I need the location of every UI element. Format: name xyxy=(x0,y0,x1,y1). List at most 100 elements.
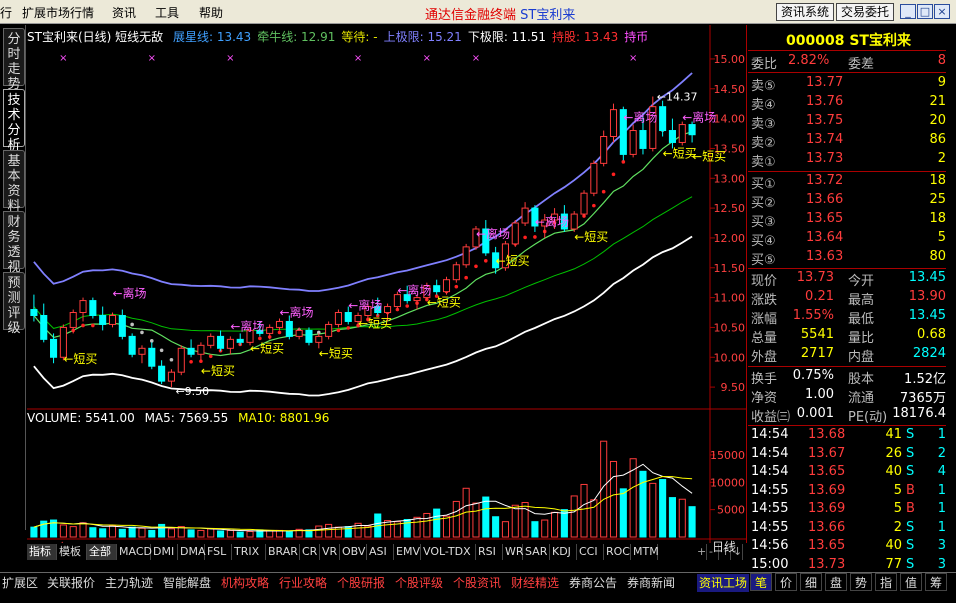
right-tab[interactable]: 盘 xyxy=(825,573,847,591)
indicator-tab-trix[interactable]: TRIX xyxy=(232,544,266,560)
divider xyxy=(748,171,946,172)
right-tab[interactable]: 价 xyxy=(775,573,797,591)
bottom-tab[interactable]: 扩展区 xyxy=(0,574,40,592)
info-value: 0.75% xyxy=(792,368,834,383)
right-tab[interactable]: 筹 xyxy=(925,573,947,591)
info-label: 净资 xyxy=(751,391,778,406)
bottom-tab[interactable]: 券商新闻 xyxy=(625,574,677,592)
trend-dot xyxy=(592,203,596,208)
minimize-icon[interactable]: _ xyxy=(900,4,916,19)
indicator-tab-rsi[interactable]: RSI xyxy=(476,544,503,560)
indicator-tab-kdj[interactable]: KDJ xyxy=(550,544,577,560)
menu-item-market[interactable]: 扩展市场行情 xyxy=(22,4,94,21)
indicator-tab-全部[interactable]: 全部 xyxy=(87,544,117,560)
indicator-tab-dma[interactable]: DMA xyxy=(178,544,206,560)
tick-volume: 26 xyxy=(885,445,902,461)
tab-financial[interactable]: 财务透视 xyxy=(3,211,25,275)
stat-row: 涨幅 1.55% 最低 13.45 xyxy=(748,308,946,327)
bottom-tab[interactable]: 行业攻略 xyxy=(277,574,329,592)
right-tab[interactable]: 笔 xyxy=(750,573,772,591)
indicator-tab-emv[interactable]: EMV xyxy=(394,544,421,560)
candle-body xyxy=(275,320,284,328)
signal-marker: × xyxy=(59,53,67,64)
right-tab[interactable]: 指 xyxy=(875,573,897,591)
candle-body xyxy=(462,246,470,266)
kline-chart[interactable]: 15.0014.5014.0013.5013.0012.5012.0011.50… xyxy=(27,25,747,543)
bottom-tab[interactable]: 关联报价 xyxy=(45,574,97,592)
indicator-tab-wr[interactable]: WR xyxy=(503,544,524,560)
indicator-bar: 指标 模板 全部 MACD DMI DMA FSL TRIX BRAR CR VR OBV ASI EMV… xyxy=(27,543,747,563)
indicator-tab-obv[interactable]: OBV xyxy=(340,544,367,560)
tick-side: S xyxy=(906,519,915,535)
right-tab[interactable]: 势 xyxy=(850,573,872,591)
bid-volume: 80 xyxy=(929,249,946,264)
tab-rating[interactable]: 预测评级 xyxy=(3,272,25,336)
tab-fundamental[interactable]: 基本资料 xyxy=(3,150,25,214)
indicator-tab-macd[interactable]: MACD xyxy=(117,544,152,560)
kline-chart-area[interactable]: 15.00 14.50 14.00 13.50 13.00 12.50 12.00 11.50… xyxy=(27,25,747,543)
bottom-tab[interactable]: 财经精选 xyxy=(509,574,561,592)
tab-technical[interactable]: 技术分析 xyxy=(3,89,25,153)
menu-item-news[interactable]: 资讯 xyxy=(112,4,136,21)
candle-body xyxy=(69,312,77,328)
tick-price: 13.65 xyxy=(808,464,846,479)
tick-price: 13.65 xyxy=(808,538,846,553)
tab-intraday[interactable]: 分时走势 xyxy=(3,28,25,92)
indicator-tab-dmi[interactable]: DMI xyxy=(151,544,178,560)
maximize-icon[interactable]: □ xyxy=(917,4,933,19)
indicator-tab-asi[interactable]: ASI xyxy=(367,544,394,560)
legend-item: 下极限: 11.51 xyxy=(467,30,547,44)
indicator-tab-mtm[interactable]: MTM xyxy=(631,544,659,560)
volume-axis-label: 15000 xyxy=(710,449,745,462)
indicator-tab-cr[interactable]: CR xyxy=(300,544,320,560)
candle-body xyxy=(629,130,637,155)
indicator-legend: 展星线: 13.43 牵牛线: 12.91 等待: - 上极限: 15.21 下极限: … xyxy=(173,30,654,44)
indicator-tab-brar[interactable]: BRAR xyxy=(266,544,300,560)
news-system-button[interactable]: 资讯系统 xyxy=(776,3,835,21)
right-tab[interactable]: 细 xyxy=(800,573,822,591)
bottom-tab[interactable]: 个股研报 xyxy=(335,574,387,592)
tick-count: 1 xyxy=(937,482,946,498)
bottom-tab[interactable]: 个股评级 xyxy=(393,574,445,592)
bottom-tab[interactable]: 券商公告 xyxy=(567,574,619,592)
indicator-tab-cci[interactable]: CCI xyxy=(577,544,604,560)
indicator-tab-vr[interactable]: VR xyxy=(320,544,340,560)
stat-row: 涨跌 0.21 最高 13.90 xyxy=(748,289,946,308)
ask-price: 13.76 xyxy=(806,94,844,109)
bid-label: 买④ xyxy=(751,234,776,249)
info-label: 股本 xyxy=(848,372,875,387)
indicator-tab-sar[interactable]: SAR xyxy=(523,544,550,560)
chart-scroll-button[interactable]: + xyxy=(695,544,707,560)
signal-marker: × xyxy=(629,53,637,64)
exit-signal: ←离场 xyxy=(113,286,147,301)
bid-volume: 18 xyxy=(929,173,946,188)
bottom-tab[interactable]: 主力轨迹 xyxy=(103,574,155,592)
chart-header: ST宝利来(日线) 短线无敌 展星线: 13.43 牵牛线: 12.91 等待: -… xyxy=(27,28,727,44)
indicator-tab-模板[interactable]: 模板 xyxy=(57,544,87,560)
candle-body xyxy=(158,365,166,382)
menu-item-tools[interactable]: 工具 xyxy=(155,4,179,21)
bid-price: 13.66 xyxy=(806,192,844,207)
bottom-tab[interactable]: 资讯工场 xyxy=(697,574,750,592)
indicator-tab-roc[interactable]: ROC xyxy=(604,544,631,560)
stat-value: 5541 xyxy=(800,327,834,342)
trade-button[interactable]: 交易委托 xyxy=(836,3,895,21)
menu-item-help[interactable]: 帮助 xyxy=(199,4,223,21)
menu-cut-item[interactable]: 行 xyxy=(0,4,12,21)
right-tab[interactable]: 值 xyxy=(900,573,922,591)
indicator-tab-vol-tdx[interactable]: VOL-TDX xyxy=(421,544,476,560)
indicator-tab-指标[interactable]: 指标 xyxy=(27,544,57,560)
stat-value: 2717 xyxy=(800,346,834,361)
tick-row: 14:55 13.69 5 B 1 xyxy=(748,483,946,501)
candle-body xyxy=(315,335,323,343)
period-selector[interactable]: 日线 xyxy=(712,538,748,556)
candle-body xyxy=(217,335,225,349)
candle-body xyxy=(600,136,608,164)
close-icon[interactable]: × xyxy=(934,4,950,19)
bottom-tab[interactable]: 个股资讯 xyxy=(451,574,503,592)
bottom-tab[interactable]: 机构攻略 xyxy=(219,574,271,592)
bottom-tab[interactable]: 智能解盘 xyxy=(161,574,213,592)
indicator-tab-fsl[interactable]: FSL xyxy=(205,544,232,560)
high-price-label: ←14.37 xyxy=(657,91,698,104)
candle-body xyxy=(187,347,195,355)
